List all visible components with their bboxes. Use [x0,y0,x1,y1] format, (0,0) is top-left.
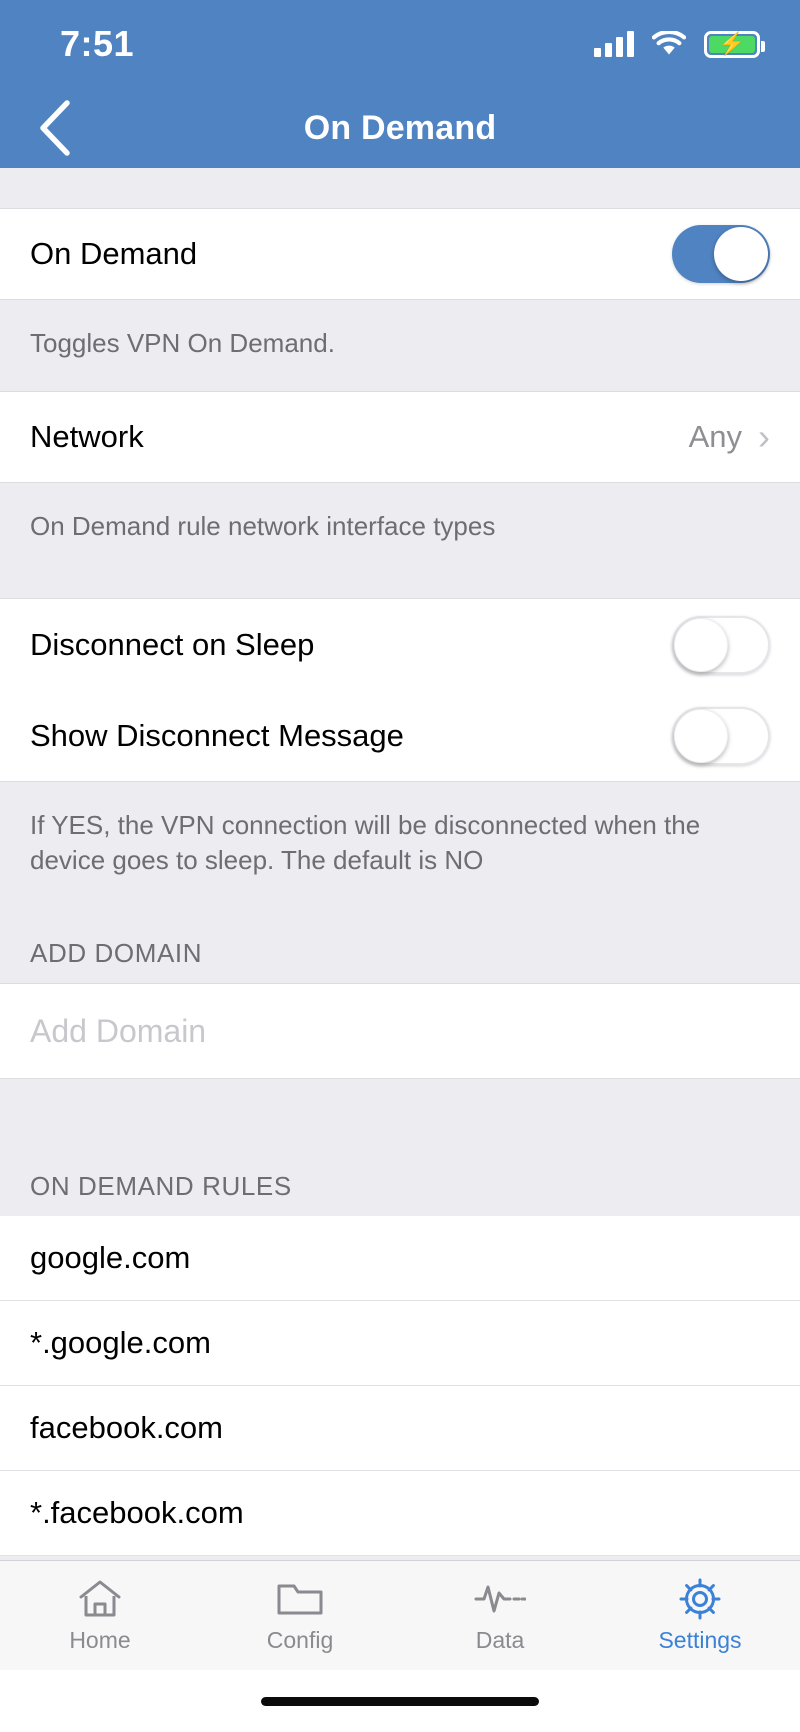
rule-row[interactable]: *.facebook.com [0,1471,800,1557]
gear-icon [677,1577,723,1621]
row-network-value: Any [688,419,742,455]
home-indicator[interactable] [261,1696,539,1706]
show-disconnect-message-toggle[interactable] [672,706,770,765]
page-title: On Demand [303,108,497,147]
row-network[interactable]: Network Any › [0,391,800,484]
home-indicator-area [0,1670,800,1732]
tab-config-label: Config [266,1627,334,1653]
on-demand-toggle[interactable] [672,225,770,283]
tab-settings[interactable]: Settings [600,1561,800,1670]
rule-row[interactable]: *.google.com [0,1301,800,1387]
back-button[interactable] [28,97,80,159]
disconnect-footnote: If YES, the VPN connection will be disco… [0,782,800,909]
add-domain-section-header: ADD DOMAIN [0,908,800,984]
row-on-demand[interactable]: On Demand [0,208,800,300]
rule-row[interactable]: facebook.com [0,1386,800,1472]
chevron-left-icon [40,100,70,156]
app-screen: 7:51 ⚡ On Demand On Demand Toggles VPN O… [0,0,800,1732]
disconnect-on-sleep-toggle[interactable] [672,615,770,674]
on-demand-footnote: Toggles VPN On Demand. [0,300,800,392]
tab-config[interactable]: Config [200,1561,400,1670]
rules-spacer [0,1079,800,1142]
top-spacer [0,168,800,208]
chevron-right-icon: › [758,416,770,458]
folder-icon [276,1577,324,1621]
row-show-disconnect-message-label: Show Disconnect Message [30,717,404,753]
add-domain-field-row[interactable] [0,983,800,1080]
rule-row[interactable]: google.com [0,1216,800,1302]
tab-settings-label: Settings [658,1627,742,1653]
status-bar-indicators: ⚡ [594,29,765,58]
tab-data-label: Data [475,1627,525,1653]
pulse-waveform-icon [474,1577,526,1621]
wifi-icon [651,29,687,57]
add-domain-input[interactable] [30,1012,770,1050]
on-demand-rules-section-header: ON DEMAND RULES [0,1141,800,1217]
navigation-bar: On Demand [0,88,800,168]
row-show-disconnect-message[interactable]: Show Disconnect Message [0,690,800,783]
tab-data[interactable]: Data [400,1561,600,1670]
settings-list[interactable]: On Demand Toggles VPN On Demand. Network… [0,168,800,1560]
cellular-signal-icon [594,31,634,57]
status-bar: 7:51 ⚡ [0,0,800,88]
row-on-demand-label: On Demand [30,236,198,271]
row-disconnect-on-sleep[interactable]: Disconnect on Sleep [0,598,800,691]
tab-home[interactable]: Home [0,1561,200,1670]
battery-charging-icon: ⚡ [704,30,765,58]
charging-bolt-icon: ⚡ [718,31,746,56]
row-network-label: Network [30,419,144,455]
tab-bar: Home Config Data Settings [0,1560,800,1670]
status-bar-time: 7:51 [60,23,135,64]
home-icon [77,1577,123,1621]
tab-home-label: Home [69,1627,131,1653]
network-footnote: On Demand rule network interface types [0,483,800,599]
row-disconnect-on-sleep-label: Disconnect on Sleep [30,626,315,662]
